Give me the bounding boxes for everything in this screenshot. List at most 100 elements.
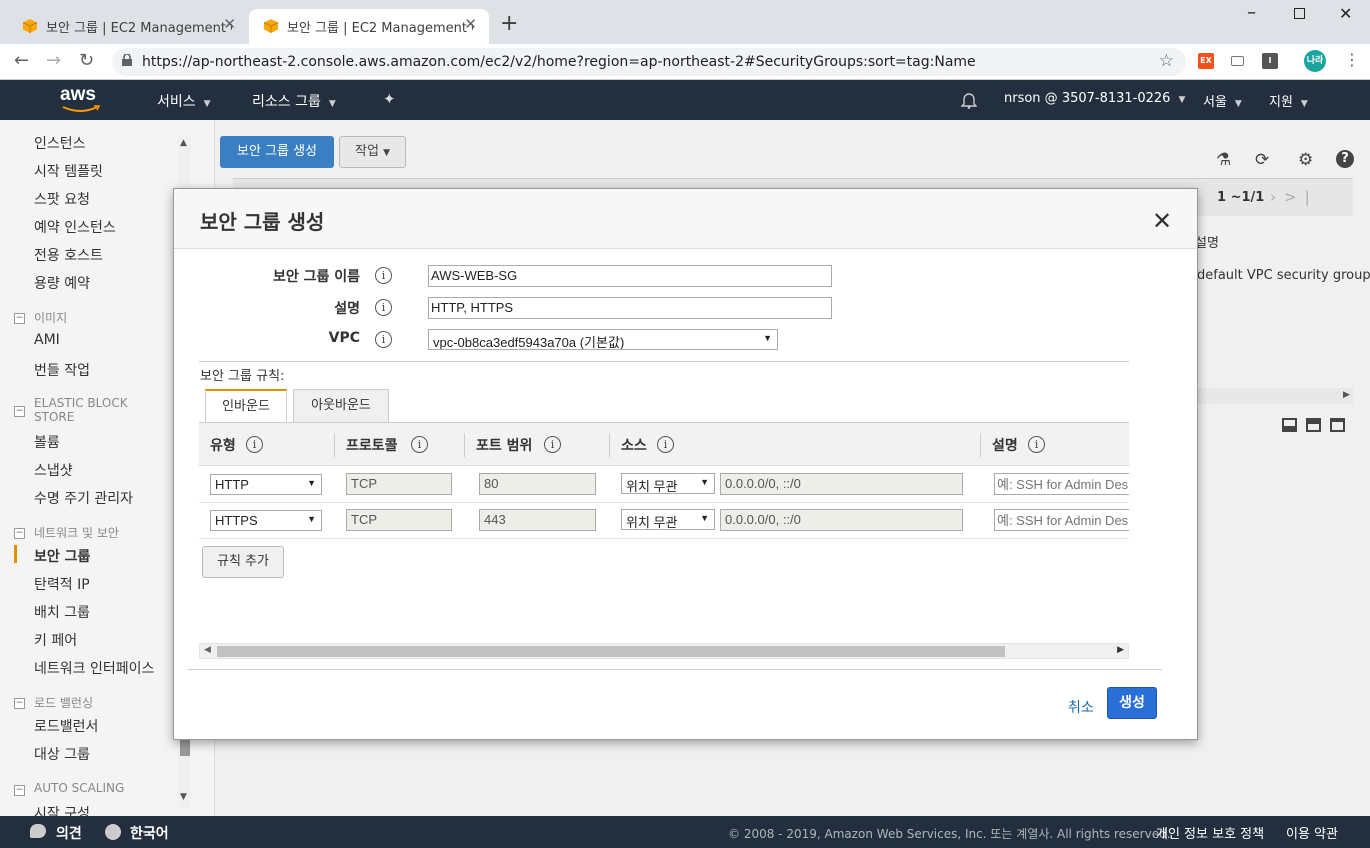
browser-tab[interactable]: 보안 그룹 | EC2 Management C ✕ — [8, 9, 248, 44]
extension-screen-icon[interactable] — [1231, 56, 1244, 66]
info-icon[interactable]: i — [375, 299, 392, 316]
pin-icon[interactable]: ✦ — [383, 90, 396, 108]
sidebar-item-capacity-reservations[interactable]: 용량 예약 — [34, 273, 90, 293]
sidebar-item-spot-requests[interactable]: 스팟 요청 — [34, 189, 90, 209]
extension-info-icon[interactable]: I — [1262, 53, 1278, 69]
rule-description-input[interactable] — [994, 509, 1129, 531]
source-type-select[interactable]: 위치 무관 ▼ — [621, 473, 715, 494]
chat-icon[interactable] — [30, 824, 46, 838]
sidebar-item-volumes[interactable]: 볼륨 — [34, 432, 60, 452]
terms-link[interactable]: 이용 약관 — [1286, 823, 1338, 842]
help-icon[interactable]: ? — [1336, 150, 1354, 168]
flask-icon[interactable]: ⚗ — [1216, 150, 1231, 170]
source-cidr-input[interactable]: 0.0.0.0/0, ::/0 — [720, 473, 963, 495]
pane-bottom-icon[interactable] — [1282, 418, 1297, 432]
sidebar-item-launch-templates[interactable]: 시작 템플릿 — [34, 161, 103, 181]
create-button[interactable]: 생성 — [1107, 687, 1157, 719]
scrollbar-thumb[interactable] — [217, 646, 1005, 657]
type-select[interactable]: HTTP ▼ — [210, 474, 322, 495]
services-menu[interactable]: 서비스 ▼ — [157, 91, 211, 111]
window-close-icon[interactable]: ✕ — [1339, 4, 1352, 23]
scroll-right-icon[interactable]: ▶ — [1117, 645, 1124, 655]
collapse-icon[interactable]: − — [14, 406, 25, 417]
region-menu[interactable]: 서울 ▼ — [1203, 91, 1242, 110]
refresh-icon[interactable]: ⟳ — [1255, 150, 1269, 170]
account-menu[interactable]: nrson @ 3507-8131-0226 ▼ — [1004, 91, 1185, 106]
back-icon[interactable]: ← — [14, 50, 29, 71]
column-header-description[interactable]: 설명 — [1195, 232, 1219, 251]
actions-button[interactable]: 작업 ▼ — [339, 136, 406, 168]
gear-icon[interactable]: ⚙ — [1298, 150, 1313, 170]
scroll-up-icon[interactable]: ▲ — [180, 138, 187, 148]
tab-inbound[interactable]: 인바운드 — [205, 389, 287, 423]
pane-split-icon[interactable] — [1306, 418, 1321, 432]
resource-groups-menu[interactable]: 리소스 그룹 ▼ — [252, 91, 336, 111]
star-icon[interactable]: ☆ — [1159, 51, 1174, 71]
sidebar-item-launch-configurations[interactable]: 시작 구성 — [34, 803, 90, 816]
feedback-link[interactable]: 의견 — [56, 823, 82, 843]
info-icon[interactable]: i — [1028, 436, 1045, 453]
info-icon[interactable]: i — [246, 436, 263, 453]
globe-icon[interactable] — [105, 824, 121, 840]
sidebar-item-target-groups[interactable]: 대상 그룹 — [34, 744, 90, 764]
source-cidr-input[interactable]: 0.0.0.0/0, ::/0 — [720, 509, 963, 531]
sidebar-item-key-pairs[interactable]: 키 페어 — [34, 630, 77, 650]
sidebar-item-instances[interactable]: 인스턴스 — [34, 133, 86, 153]
privacy-policy-link[interactable]: 개인 정보 보호 정책 — [1156, 823, 1264, 842]
info-icon[interactable]: i — [375, 331, 392, 348]
sidebar-item-network-interfaces[interactable]: 네트워크 인터페이스 — [34, 658, 154, 678]
collapse-icon[interactable]: − — [14, 528, 25, 539]
scrollbar-thumb[interactable] — [180, 738, 190, 756]
add-rule-button[interactable]: 규칙 추가 — [202, 546, 284, 578]
sidebar-item-ami[interactable]: AMI — [34, 332, 60, 348]
source-type-select[interactable]: 위치 무관 ▼ — [621, 509, 715, 530]
rules-horizontal-scrollbar[interactable]: ◀ ▶ — [199, 643, 1129, 659]
close-icon[interactable]: ✕ — [223, 15, 236, 33]
profile-avatar[interactable]: 나라 — [1304, 50, 1326, 72]
pager-nav[interactable]: ›>| — [1270, 188, 1318, 206]
url-input[interactable]: https://ap-northeast-2.console.aws.amazo… — [112, 48, 1186, 76]
vpc-select[interactable]: vpc-0b8ca3edf5943a70a (기본값) ▼ — [428, 329, 778, 350]
cancel-button[interactable]: 취소 — [1068, 697, 1094, 717]
scroll-down-icon[interactable]: ▼ — [180, 792, 187, 802]
support-menu[interactable]: 지원 ▼ — [1269, 91, 1308, 110]
forward-icon[interactable]: → — [46, 50, 61, 71]
collapse-icon[interactable]: − — [14, 698, 25, 709]
collapse-icon[interactable]: − — [14, 785, 25, 796]
browser-tab-active[interactable]: 보안 그룹 | EC2 Management C ✕ — [249, 9, 489, 44]
type-select[interactable]: HTTPS ▼ — [210, 510, 322, 531]
sidebar-item-placement-groups[interactable]: 배치 그룹 — [34, 602, 90, 622]
maximize-icon[interactable] — [1294, 8, 1305, 19]
tab-outbound[interactable]: 아웃바운드 — [293, 389, 389, 422]
info-icon[interactable]: i — [411, 436, 428, 453]
sidebar-item-reserved-instances[interactable]: 예약 인스턴스 — [34, 217, 116, 237]
scroll-right-icon[interactable]: ▶ — [1343, 390, 1350, 400]
sidebar-item-security-groups[interactable]: 보안 그룹 — [34, 546, 90, 566]
collapse-icon[interactable]: − — [14, 313, 25, 324]
pane-top-icon[interactable] — [1330, 418, 1345, 432]
info-icon[interactable]: i — [544, 436, 561, 453]
minimize-icon[interactable]: – — [1247, 2, 1256, 23]
sidebar-item-lifecycle-manager[interactable]: 수명 주기 관리자 — [34, 488, 133, 508]
sidebar-item-snapshots[interactable]: 스냅샷 — [34, 460, 73, 480]
language-selector[interactable]: 한국어 — [130, 823, 169, 843]
create-security-group-button[interactable]: 보안 그룹 생성 — [220, 136, 334, 168]
extension-ex-icon[interactable]: EX — [1198, 53, 1214, 69]
info-icon[interactable]: i — [657, 436, 674, 453]
description-input[interactable]: HTTP, HTTPS — [428, 297, 832, 319]
close-icon[interactable]: ✕ — [1152, 207, 1172, 235]
reload-icon[interactable]: ↻ — [79, 50, 94, 71]
sidebar-item-load-balancers[interactable]: 로드밸런서 — [34, 716, 98, 736]
sidebar-item-dedicated-hosts[interactable]: 전용 호스트 — [34, 245, 103, 265]
close-icon[interactable]: ✕ — [464, 15, 477, 33]
sidebar-item-bundle-tasks[interactable]: 번들 작업 — [34, 360, 90, 380]
aws-logo[interactable]: aws — [60, 84, 96, 106]
scroll-left-icon[interactable]: ◀ — [204, 645, 211, 655]
more-menu-icon[interactable]: ⋮ — [1344, 50, 1360, 69]
sidebar-item-elastic-ip[interactable]: 탄력적 IP — [34, 574, 90, 594]
security-group-name-input[interactable]: AWS-WEB-SG — [428, 265, 832, 287]
plus-icon[interactable]: + — [500, 11, 518, 36]
rule-description-input[interactable] — [994, 473, 1129, 495]
info-icon[interactable]: i — [375, 267, 392, 284]
bell-icon[interactable] — [961, 91, 977, 109]
